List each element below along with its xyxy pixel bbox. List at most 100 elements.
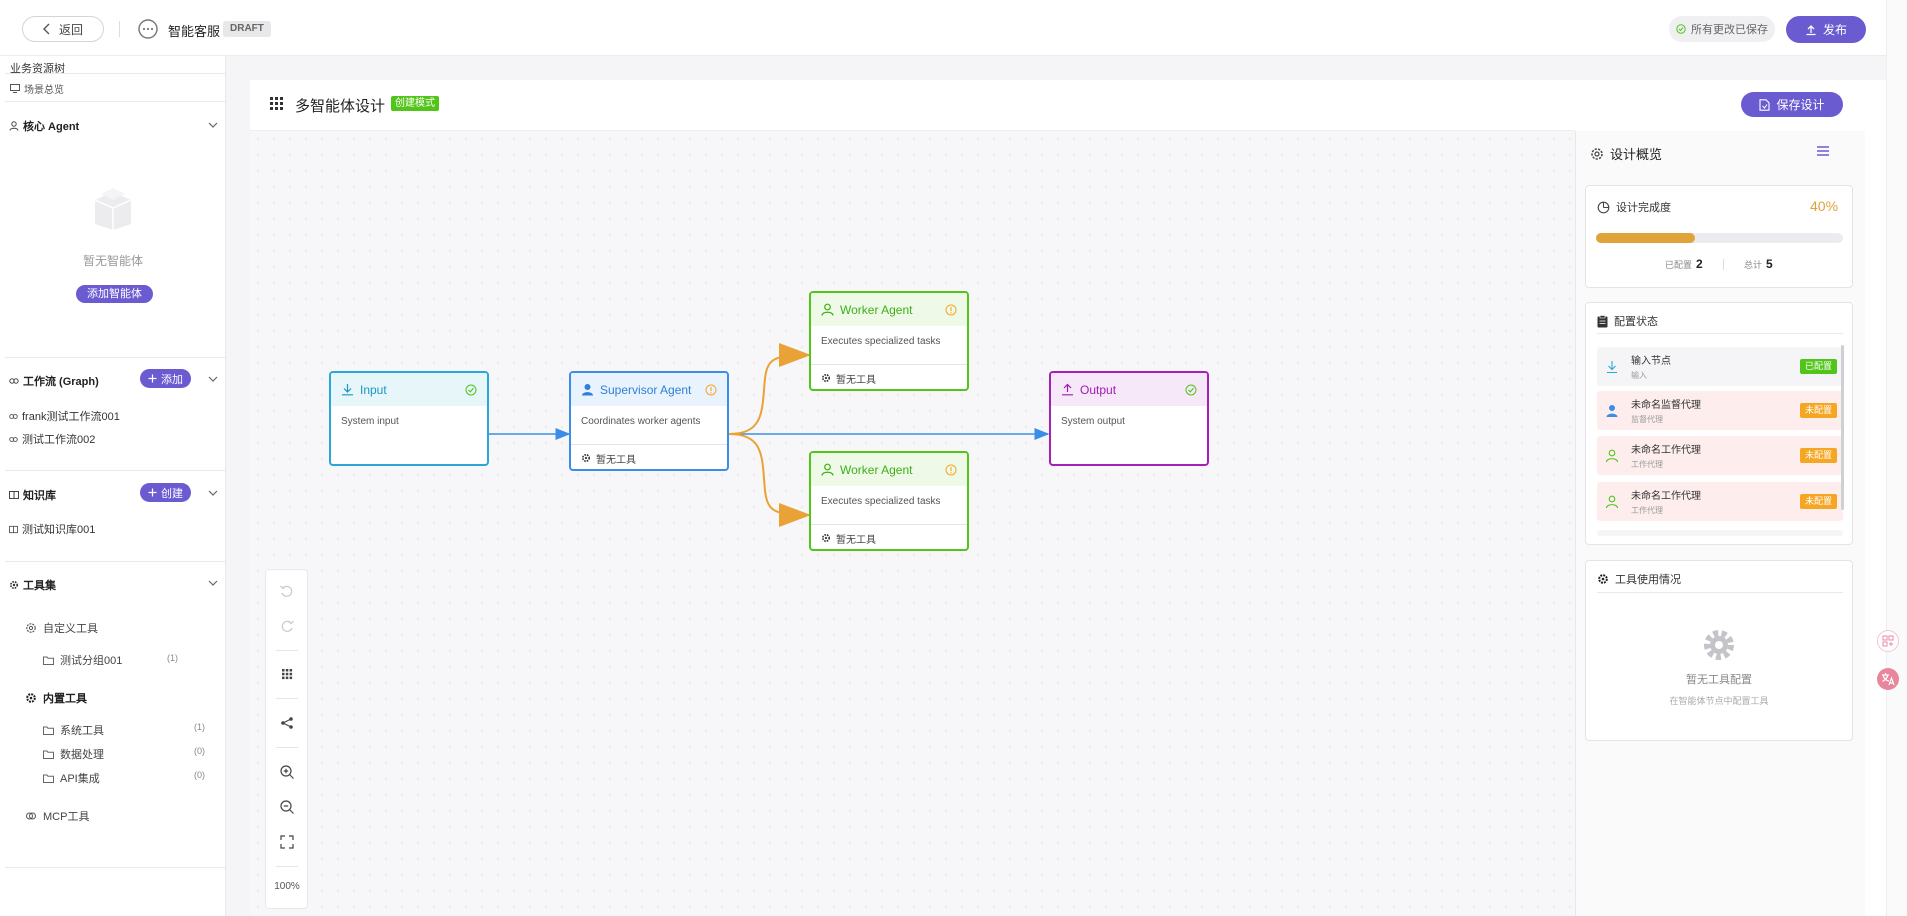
node-title: Worker Agent <box>840 302 913 317</box>
overview-title: 设计概览 <box>1610 147 1663 162</box>
translate-float-button[interactable] <box>1877 668 1899 690</box>
row-name: 未命名工作代理 <box>1631 491 1701 502</box>
completion-percent: 40% <box>1810 198 1839 214</box>
upload-icon <box>1062 383 1073 396</box>
status-badge: 未配置 <box>1799 494 1837 509</box>
status-badge: 未配置 <box>1799 448 1837 463</box>
row-name: 输入节点 <box>1631 356 1671 367</box>
config-status-row-partial <box>1597 530 1843 536</box>
gear-icon <box>1598 574 1608 584</box>
user-icon <box>821 463 834 476</box>
row-name: 未命名监督代理 <box>1631 400 1701 411</box>
menu-icon[interactable] <box>1816 145 1830 157</box>
zoom-out-icon[interactable] <box>278 798 296 816</box>
row-type: 输入 <box>1631 371 1647 380</box>
node-tools: 暂无工具 <box>571 444 727 469</box>
supervisor-agent-node[interactable]: Supervisor Agent Coordinates worker agen… <box>569 371 729 471</box>
warning-circle-icon <box>945 304 957 315</box>
worker-agent-node[interactable]: Worker Agent Executes specialized tasks … <box>809 291 969 391</box>
check-circle-icon <box>465 384 477 395</box>
apps-icon <box>1882 635 1894 647</box>
configured-count: 已配置 2 <box>1665 257 1703 271</box>
divider <box>1597 333 1843 334</box>
node-description: Executes specialized tasks <box>821 336 941 347</box>
toolbar-divider <box>276 866 298 867</box>
row-type: 监督代理 <box>1631 415 1663 424</box>
grid-icon[interactable] <box>278 665 296 683</box>
warning-circle-icon <box>705 384 717 395</box>
total-count: 总计 5 <box>1744 257 1773 271</box>
config-status-row[interactable]: 未命名工作代理 工作代理 未配置 <box>1597 482 1843 521</box>
config-status-title: 配置状态 <box>1614 316 1658 328</box>
warning-circle-icon <box>945 464 957 475</box>
row-type: 工作代理 <box>1631 460 1663 469</box>
row-type: 工作代理 <box>1631 506 1663 515</box>
stat-divider <box>1723 259 1724 270</box>
toolbar-divider <box>276 698 298 699</box>
gear-icon <box>821 533 831 543</box>
configured-label: 已配置 <box>1665 260 1693 270</box>
fit-view-icon[interactable] <box>278 833 296 851</box>
completion-header: 设计完成度 <box>1597 199 1671 215</box>
edge-supervisor-worker2 <box>728 433 811 527</box>
undo-icon[interactable] <box>278 582 296 600</box>
gear-icon <box>581 453 591 463</box>
edge-supervisor-worker1 <box>728 343 811 435</box>
translate-icon <box>1882 673 1895 686</box>
node-tools-label: 暂无工具 <box>596 454 636 466</box>
pie-chart-icon <box>1597 201 1610 213</box>
check-circle-icon <box>1185 384 1197 395</box>
worker-agent-node[interactable]: Worker Agent Executes specialized tasks … <box>809 451 969 551</box>
config-list-scrollbar[interactable] <box>1841 345 1844 510</box>
config-status-header: 配置状态 <box>1597 313 1658 329</box>
input-node[interactable]: Input System input <box>329 371 489 466</box>
node-tools: 暂无工具 <box>811 364 967 389</box>
canvas-toolbar: 100% <box>265 569 308 909</box>
zoom-in-icon[interactable] <box>278 763 296 781</box>
total-label: 总计 <box>1744 260 1763 270</box>
overview-header: 设计概览 <box>1590 144 1662 163</box>
node-title: Worker Agent <box>840 462 913 477</box>
tool-usage-title: 工具使用情况 <box>1615 574 1681 586</box>
node-tools: 暂无工具 <box>811 524 967 549</box>
gear-icon <box>1704 630 1734 660</box>
node-description: System output <box>1061 416 1125 427</box>
download-icon <box>1607 360 1617 373</box>
node-title: Input <box>360 382 387 397</box>
toolbar-divider <box>276 650 298 651</box>
config-status-row[interactable]: 未命名工作代理 工作代理 未配置 <box>1597 436 1843 475</box>
toolbar-divider <box>276 747 298 748</box>
zoom-level: 100% <box>274 881 300 892</box>
user-icon <box>1605 495 1619 508</box>
node-tools-label: 暂无工具 <box>836 374 876 386</box>
node-title: Output <box>1080 382 1117 397</box>
node-description: System input <box>341 416 399 427</box>
user-filled-icon <box>1606 404 1618 417</box>
user-icon <box>1605 449 1619 462</box>
config-status-row[interactable]: 输入节点输入 已配置 <box>1597 347 1843 386</box>
app-grid-float-button[interactable] <box>1877 630 1899 652</box>
node-description: Executes specialized tasks <box>821 496 941 507</box>
redo-icon[interactable] <box>278 617 296 635</box>
completion-label: 设计完成度 <box>1616 202 1671 214</box>
node-title: Supervisor Agent <box>600 382 692 397</box>
row-name: 未命名工作代理 <box>1631 445 1701 456</box>
clipboard-icon <box>1597 314 1608 327</box>
settings-icon <box>1591 147 1603 160</box>
total-value: 5 <box>1766 257 1773 271</box>
download-icon <box>342 384 353 396</box>
node-description: Coordinates worker agents <box>581 416 701 427</box>
tool-usage-empty-hint: 在智能体节点中配置工具 <box>1669 696 1769 706</box>
config-status-row[interactable]: 未命名监督代理 监督代理 未配置 <box>1597 391 1843 430</box>
user-filled-icon <box>582 384 593 396</box>
output-node[interactable]: Output System output <box>1049 371 1209 466</box>
completion-progress-fill <box>1596 233 1695 243</box>
node-tools-label: 暂无工具 <box>836 534 876 546</box>
gear-icon <box>821 373 831 383</box>
status-badge: 已配置 <box>1799 359 1837 374</box>
status-badge: 未配置 <box>1799 403 1837 418</box>
user-icon <box>821 303 834 316</box>
tool-usage-header: 工具使用情况 <box>1597 571 1681 587</box>
share-icon[interactable] <box>278 714 296 732</box>
configured-value: 2 <box>1696 257 1703 271</box>
